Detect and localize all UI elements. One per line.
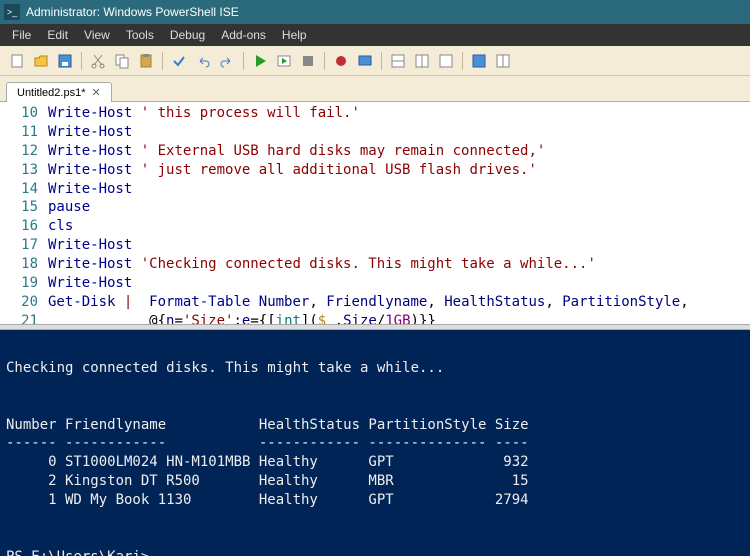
layout-2-button[interactable]	[411, 50, 433, 72]
console-line: 0 ST1000LM024 HN-M101MBB Healthy GPT 932	[6, 453, 744, 472]
command-addon-button[interactable]	[468, 50, 490, 72]
console-line: Checking connected disks. This might tak…	[6, 359, 744, 378]
menu-edit[interactable]: Edit	[39, 28, 76, 42]
cut-button[interactable]	[87, 50, 109, 72]
console-line: ------ ------------ ------------ -------…	[6, 434, 744, 453]
code-line: 13Write-Host ' just remove all additiona…	[0, 161, 750, 180]
code-content: Get-Disk | Format-Table Number, Friendly…	[48, 293, 750, 312]
remote-button[interactable]	[354, 50, 376, 72]
close-icon[interactable]: ✕	[92, 86, 101, 99]
line-number: 18	[0, 255, 48, 274]
app-icon: >_	[4, 4, 20, 20]
code-content: Write-Host	[48, 236, 750, 255]
code-line: 15pause	[0, 198, 750, 217]
save-button[interactable]	[54, 50, 76, 72]
code-content: Write-Host 'Checking connected disks. Th…	[48, 255, 750, 274]
menu-debug[interactable]: Debug	[162, 28, 213, 42]
code-content: pause	[48, 198, 750, 217]
line-number: 11	[0, 123, 48, 142]
window-title: Administrator: Windows PowerShell ISE	[26, 5, 239, 19]
menu-view[interactable]: View	[76, 28, 118, 42]
console-line	[6, 529, 744, 548]
line-number: 17	[0, 236, 48, 255]
new-button[interactable]	[6, 50, 28, 72]
code-line: 12Write-Host ' External USB hard disks m…	[0, 142, 750, 161]
console-line	[6, 397, 744, 416]
console-line: PS E:\Users\Kari> _	[6, 548, 744, 556]
code-line: 16cls	[0, 217, 750, 236]
toolbar-separator	[162, 52, 163, 70]
line-number: 20	[0, 293, 48, 312]
redo-button[interactable]	[216, 50, 238, 72]
copy-button[interactable]	[111, 50, 133, 72]
line-number: 14	[0, 180, 48, 199]
code-line: 17Write-Host	[0, 236, 750, 255]
code-line: 18Write-Host 'Checking connected disks. …	[0, 255, 750, 274]
line-number: 15	[0, 198, 48, 217]
tab-bar: Untitled2.ps1* ✕	[0, 76, 750, 102]
code-content: Write-Host ' this process will fail.'	[48, 104, 750, 123]
line-number: 12	[0, 142, 48, 161]
toolbar-separator	[462, 52, 463, 70]
line-number: 21	[0, 312, 48, 324]
clear-button[interactable]	[168, 50, 190, 72]
console-line	[6, 340, 744, 359]
menu-tools[interactable]: Tools	[118, 28, 162, 42]
show-command-button[interactable]	[492, 50, 514, 72]
code-content: Write-Host	[48, 123, 750, 142]
tab-label: Untitled2.ps1*	[17, 87, 86, 99]
menu-addons[interactable]: Add-ons	[213, 28, 274, 42]
code-content: @{n='Size';e={[int]($_.Size/1GB)}}	[48, 312, 750, 324]
toolbar-separator	[381, 52, 382, 70]
menu-help[interactable]: Help	[274, 28, 315, 42]
line-number: 13	[0, 161, 48, 180]
line-number: 16	[0, 217, 48, 236]
title-bar: >_ Administrator: Windows PowerShell ISE	[0, 0, 750, 24]
open-button[interactable]	[30, 50, 52, 72]
toolbar	[0, 46, 750, 76]
console-pane[interactable]: Checking connected disks. This might tak…	[0, 330, 750, 556]
toolbar-separator	[324, 52, 325, 70]
code-content: Write-Host ' just remove all additional …	[48, 161, 750, 180]
code-content: cls	[48, 217, 750, 236]
console-line: Number Friendlyname HealthStatus Partiti…	[6, 416, 744, 435]
code-content: Write-Host	[48, 180, 750, 199]
menu-file[interactable]: File	[4, 28, 39, 42]
breakpoint-button[interactable]	[330, 50, 352, 72]
code-line: 11Write-Host	[0, 123, 750, 142]
tab-untitled2[interactable]: Untitled2.ps1* ✕	[6, 82, 112, 102]
console-line: 2 Kingston DT R500 Healthy MBR 15	[6, 472, 744, 491]
console-line: 1 WD My Book 1130 Healthy GPT 2794	[6, 491, 744, 510]
code-line: 14Write-Host	[0, 180, 750, 199]
undo-button[interactable]	[192, 50, 214, 72]
console-line	[6, 378, 744, 397]
run-button[interactable]	[249, 50, 271, 72]
code-line: 10Write-Host ' this process will fail.'	[0, 104, 750, 123]
run-selection-button[interactable]	[273, 50, 295, 72]
toolbar-separator	[81, 52, 82, 70]
code-line: 19Write-Host	[0, 274, 750, 293]
script-editor[interactable]: 10Write-Host ' this process will fail.'1…	[0, 102, 750, 324]
console-line	[6, 510, 744, 529]
paste-button[interactable]	[135, 50, 157, 72]
layout-3-button[interactable]	[435, 50, 457, 72]
layout-1-button[interactable]	[387, 50, 409, 72]
code-content: Write-Host ' External USB hard disks may…	[48, 142, 750, 161]
code-content: Write-Host	[48, 274, 750, 293]
line-number: 19	[0, 274, 48, 293]
code-line: 21 @{n='Size';e={[int]($_.Size/1GB)}}	[0, 312, 750, 324]
code-line: 20Get-Disk | Format-Table Number, Friend…	[0, 293, 750, 312]
menu-bar: File Edit View Tools Debug Add-ons Help	[0, 24, 750, 46]
line-number: 10	[0, 104, 48, 123]
stop-button[interactable]	[297, 50, 319, 72]
toolbar-separator	[243, 52, 244, 70]
